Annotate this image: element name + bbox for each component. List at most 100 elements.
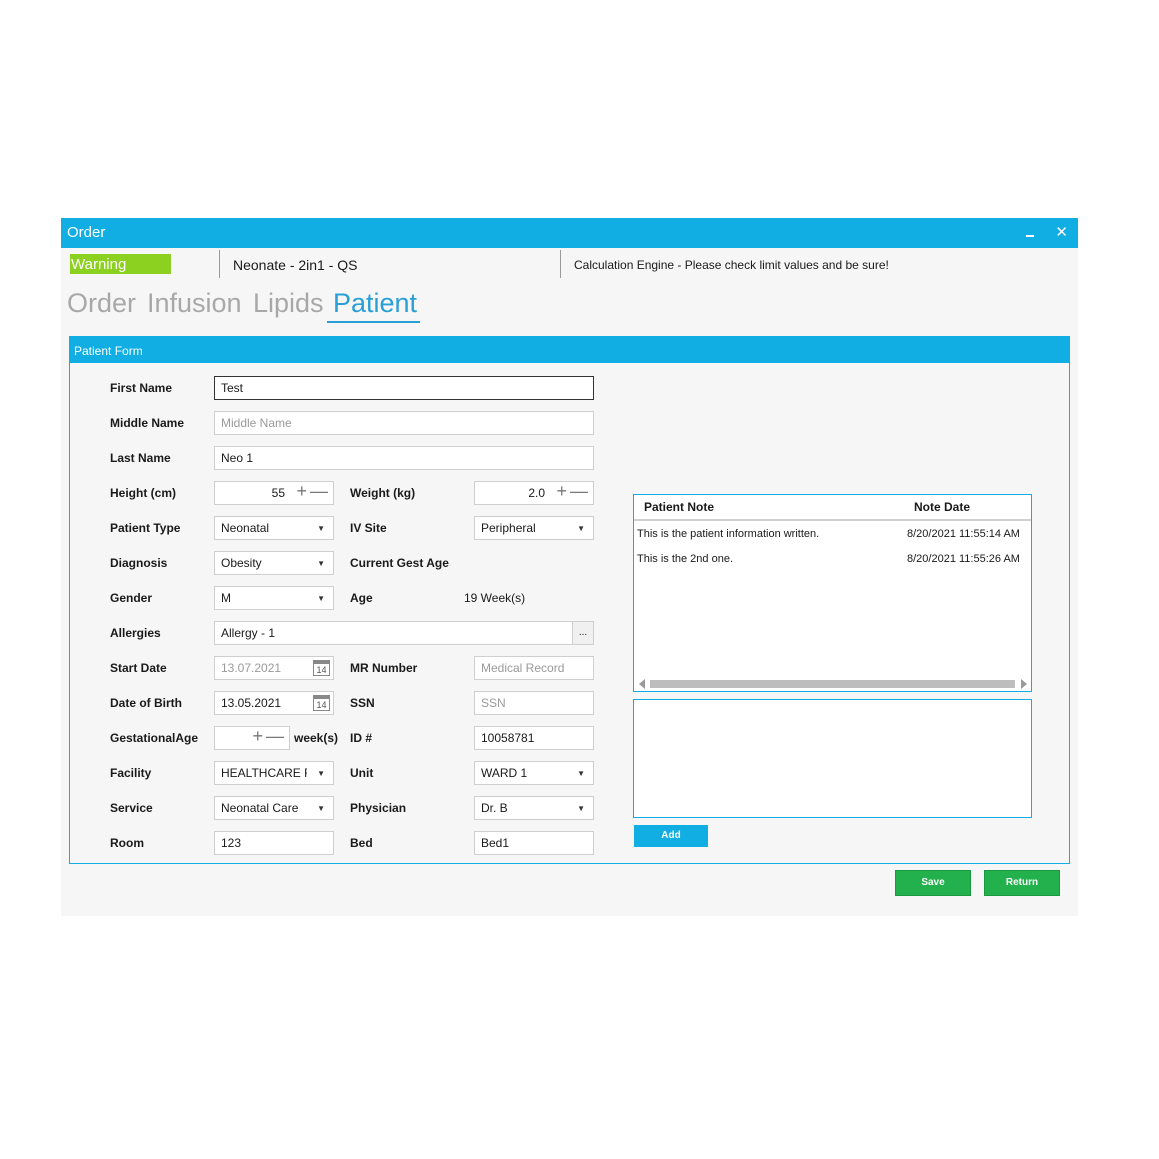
scroll-left-icon[interactable] [638,679,646,689]
id-field[interactable]: 10058781 [474,726,594,750]
protocol-name: Neonate - 2in1 - QS [233,257,358,273]
physician-value: Dr. B [481,801,508,815]
patient-type-select[interactable]: Neonatal ▼ [214,516,334,540]
dob-picker[interactable]: 13.05.2021 14 [214,691,334,715]
chevron-down-icon: ▼ [317,594,325,603]
panel-header: Patient Form [70,337,1069,363]
allergies-field[interactable]: Allergy - 1 ... [214,621,594,645]
add-note-button[interactable]: Add [634,825,708,847]
horizontal-scrollbar[interactable] [638,678,1028,690]
iv-site-value: Peripheral [481,521,536,535]
room-field[interactable]: 123 [214,831,334,855]
chevron-down-icon: ▼ [317,769,325,778]
allergies-browse-button[interactable]: ... [572,622,593,644]
minus-icon[interactable]: — [310,480,328,503]
diagnosis-label: Diagnosis [110,556,168,570]
room-label: Room [110,836,144,850]
gestational-age-unit: week(s) [294,731,339,745]
service-label: Service [110,801,153,815]
mr-number-label: MR Number [350,661,418,675]
gestational-age-label: GestationalAge [110,731,199,745]
patient-notes-grid: Patient Note Note Date This is the patie… [633,494,1032,692]
patient-form-panel: Patient Form First Name Test Middle Name… [69,336,1070,864]
allergies-label: Allergies [110,626,161,640]
facility-value: HEALTHCARE FA [221,766,307,780]
bed-label: Bed [350,836,373,850]
note-textarea[interactable] [633,699,1032,818]
weight-label: Weight (kg) [350,486,416,500]
column-header-patient-note[interactable]: Patient Note [644,500,714,514]
unit-label: Unit [350,766,374,780]
patient-type-label: Patient Type [110,521,181,535]
tab-infusion[interactable]: Infusion [147,288,242,319]
height-stepper[interactable]: 55 + — [214,481,334,505]
tab-patient[interactable]: Patient [333,288,417,319]
physician-label: Physician [350,801,407,815]
physician-select[interactable]: Dr. B ▼ [474,796,594,820]
tab-lipids[interactable]: Lipids [253,288,324,319]
height-label: Height (cm) [110,486,176,500]
weight-value: 2.0 [528,486,545,500]
panel-title: Patient Form [74,344,143,358]
header-divider [560,250,561,278]
note-date-cell[interactable]: 8/20/2021 11:55:14 AM [907,528,1020,540]
gestational-age-stepper[interactable]: + — [214,726,290,750]
middle-name-label: Middle Name [110,416,185,430]
unit-value: WARD 1 [481,766,528,780]
close-icon[interactable]: ✕ [1055,223,1068,241]
start-date-picker[interactable]: 13.07.2021 14 [214,656,334,680]
service-value: Neonatal Care [221,801,299,815]
start-date-value: 13.07.2021 [221,661,282,675]
window-title: Order [67,224,106,241]
first-name-label: First Name [110,381,173,395]
iv-site-label: IV Site [350,521,387,535]
gender-select[interactable]: M ▼ [214,586,334,610]
current-gest-age-label: Current Gest Age [350,556,449,570]
bed-field[interactable]: Bed1 [474,831,594,855]
save-button[interactable]: Save [895,870,971,896]
chevron-down-icon: ▼ [317,804,325,813]
age-value: 19 Week(s) [464,591,526,605]
calendar-icon[interactable]: 14 [313,660,330,676]
diagnosis-select[interactable]: Obesity ▼ [214,551,334,575]
middle-name-field[interactable]: Middle Name [214,411,594,435]
note-cell[interactable]: This is the patient information written. [637,528,819,540]
calendar-icon[interactable]: 14 [313,695,330,711]
minus-icon[interactable]: — [266,725,284,748]
weight-stepper[interactable]: 2.0 + — [474,481,594,505]
start-date-label: Start Date [110,661,167,675]
note-cell[interactable]: This is the 2nd one. [637,553,733,565]
plus-icon[interactable]: + [296,480,307,503]
iv-site-select[interactable]: Peripheral ▼ [474,516,594,540]
patient-type-value: Neonatal [221,521,270,535]
note-date-cell[interactable]: 8/20/2021 11:55:26 AM [907,553,1020,565]
facility-select[interactable]: HEALTHCARE FA ▼ [214,761,334,785]
facility-label: Facility [110,766,152,780]
mr-number-field[interactable]: Medical Record [474,656,594,680]
last-name-field[interactable]: Neo 1 [214,446,594,470]
title-bar: Order ✕ [61,218,1078,248]
service-select[interactable]: Neonatal Care ▼ [214,796,334,820]
unit-select[interactable]: WARD 1 ▼ [474,761,594,785]
plus-icon[interactable]: + [556,480,567,503]
gender-label: Gender [110,591,153,605]
id-label: ID # [350,731,373,745]
column-header-note-date[interactable]: Note Date [914,500,970,514]
scrollbar-thumb[interactable] [650,680,1015,688]
allergies-value: Allergy - 1 [221,626,276,640]
height-value: 55 [271,486,285,500]
minimize-icon[interactable] [1024,226,1036,240]
minus-icon[interactable]: — [570,480,588,503]
last-name-label: Last Name [110,451,171,465]
first-name-field[interactable]: Test [214,376,594,400]
engine-message: Calculation Engine - Please check limit … [574,258,889,272]
header-divider [634,519,1031,521]
return-button[interactable]: Return [984,870,1060,896]
tab-order[interactable]: Order [67,288,136,319]
ssn-field[interactable]: SSN [474,691,594,715]
plus-icon[interactable]: + [252,725,263,748]
chevron-down-icon: ▼ [577,769,585,778]
active-tab-indicator [327,321,420,323]
order-window: Order ✕ Warning Neonate - 2in1 - QS Calc… [61,218,1078,916]
scroll-right-icon[interactable] [1020,679,1028,689]
